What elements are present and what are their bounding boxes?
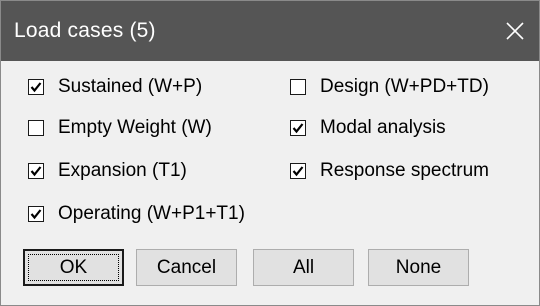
title-bar: Load cases (5) (1, 1, 539, 61)
all-button[interactable]: All (253, 249, 354, 286)
checkbox-box[interactable] (28, 163, 44, 179)
checkbox-sustained[interactable]: Sustained (W+P) (28, 74, 202, 100)
checkbox-empty-weight[interactable]: Empty Weight (W) (28, 115, 212, 141)
checkbox-response-spectrum[interactable]: Response spectrum (290, 158, 489, 184)
checkbox-box[interactable] (290, 79, 306, 95)
checkbox-box[interactable] (290, 120, 306, 136)
checkbox-operating[interactable]: Operating (W+P1+T1) (28, 201, 245, 227)
checkbox-design[interactable]: Design (W+PD+TD) (290, 74, 489, 100)
checkbox-expansion[interactable]: Expansion (T1) (28, 158, 187, 184)
checkbox-box[interactable] (290, 163, 306, 179)
checkbox-label: Empty Weight (W) (58, 117, 212, 138)
checkbox-label: Sustained (W+P) (58, 76, 203, 97)
checkbox-box[interactable] (28, 79, 44, 95)
checkbox-label: Operating (W+P1+T1) (58, 203, 245, 224)
checkbox-box[interactable] (28, 120, 44, 136)
window-title: Load cases (5) (14, 19, 156, 42)
checkbox-label: Design (W+PD+TD) (320, 76, 489, 97)
checkmark-icon (30, 82, 42, 93)
close-button[interactable] (491, 1, 539, 61)
checkmark-icon (292, 166, 304, 177)
close-icon (506, 22, 524, 40)
none-button[interactable]: None (368, 249, 469, 286)
checkmark-icon (292, 123, 304, 134)
checkbox-box[interactable] (28, 206, 44, 222)
checkmark-icon (30, 166, 42, 177)
checkbox-label: Response spectrum (320, 160, 489, 181)
checkbox-label: Expansion (T1) (58, 160, 187, 181)
checkbox-modal-analysis[interactable]: Modal analysis (290, 115, 446, 141)
cancel-button[interactable]: Cancel (136, 249, 237, 286)
load-cases-dialog: Load cases (5) Sustained (W+P) Empty Wei… (0, 0, 540, 306)
checkbox-label: Modal analysis (320, 117, 446, 138)
ok-button[interactable]: OK (23, 249, 124, 286)
checkmark-icon (30, 209, 42, 220)
